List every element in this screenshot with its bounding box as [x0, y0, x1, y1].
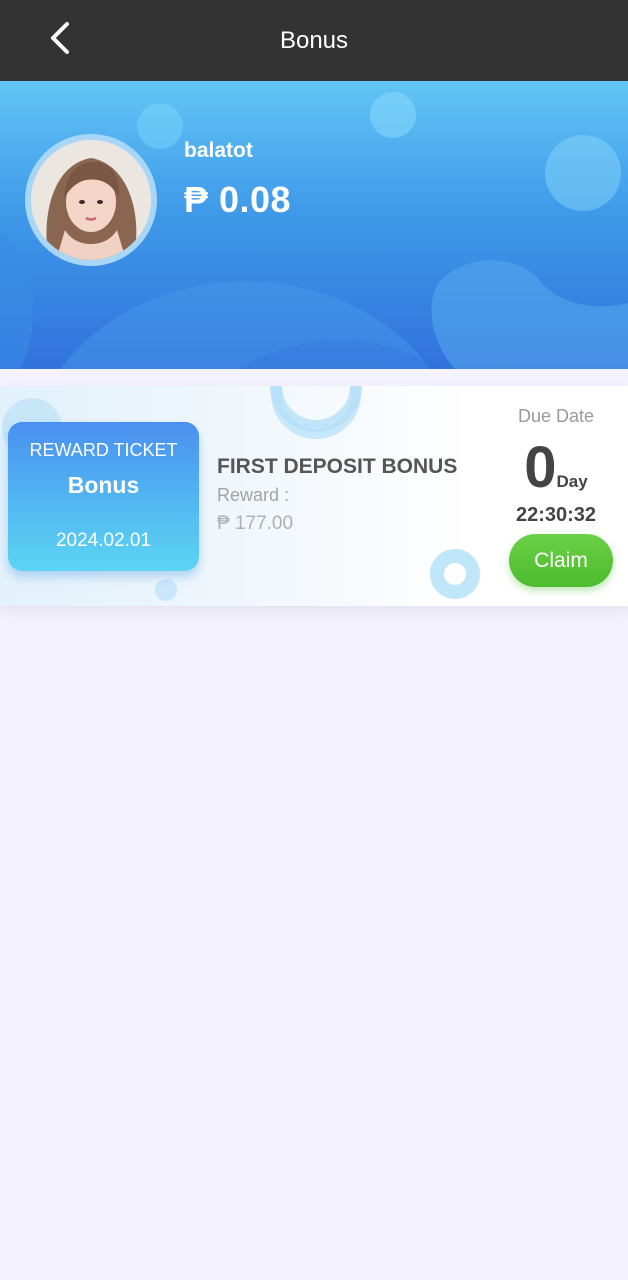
page-title: Bonus	[279, 26, 349, 54]
chevron-left-icon	[51, 22, 69, 54]
countdown-timer: 22:30:32	[515, 504, 597, 526]
wallet-balance: ₱ 0.08	[184, 179, 292, 220]
reward-ticket-badge: REWARD TICKET Bonus 2024.02.01	[8, 422, 199, 571]
reward-amount: ₱ 177.00	[217, 513, 294, 534]
profile-banner: balatot ₱ 0.08	[0, 81, 628, 369]
back-button[interactable]	[38, 14, 82, 62]
due-days-unit: Day	[556, 472, 588, 491]
top-bar: Bonus	[0, 0, 628, 81]
reward-ticket-date: 2024.02.01	[55, 530, 152, 551]
user-avatar-icon	[31, 140, 151, 260]
bonus-ticket-card: REWARD TICKET Bonus 2024.02.01 FIRST DEP…	[0, 386, 628, 606]
reward-ticket-name: Bonus	[67, 472, 140, 498]
due-date-label: Due Date	[517, 406, 595, 426]
due-days-number: 0	[524, 435, 557, 500]
reward-ticket-title: REWARD TICKET	[29, 440, 178, 460]
avatar	[25, 134, 157, 266]
claim-button[interactable]: Claim	[509, 534, 613, 587]
due-days: 0Day	[484, 434, 628, 501]
reward-label: Reward :	[217, 485, 290, 505]
username: balatot	[184, 139, 253, 162]
bonus-title: FIRST DEPOSIT BONUS	[217, 455, 458, 478]
due-date-panel: Due Date 0Day 22:30:32 Claim	[484, 386, 628, 606]
